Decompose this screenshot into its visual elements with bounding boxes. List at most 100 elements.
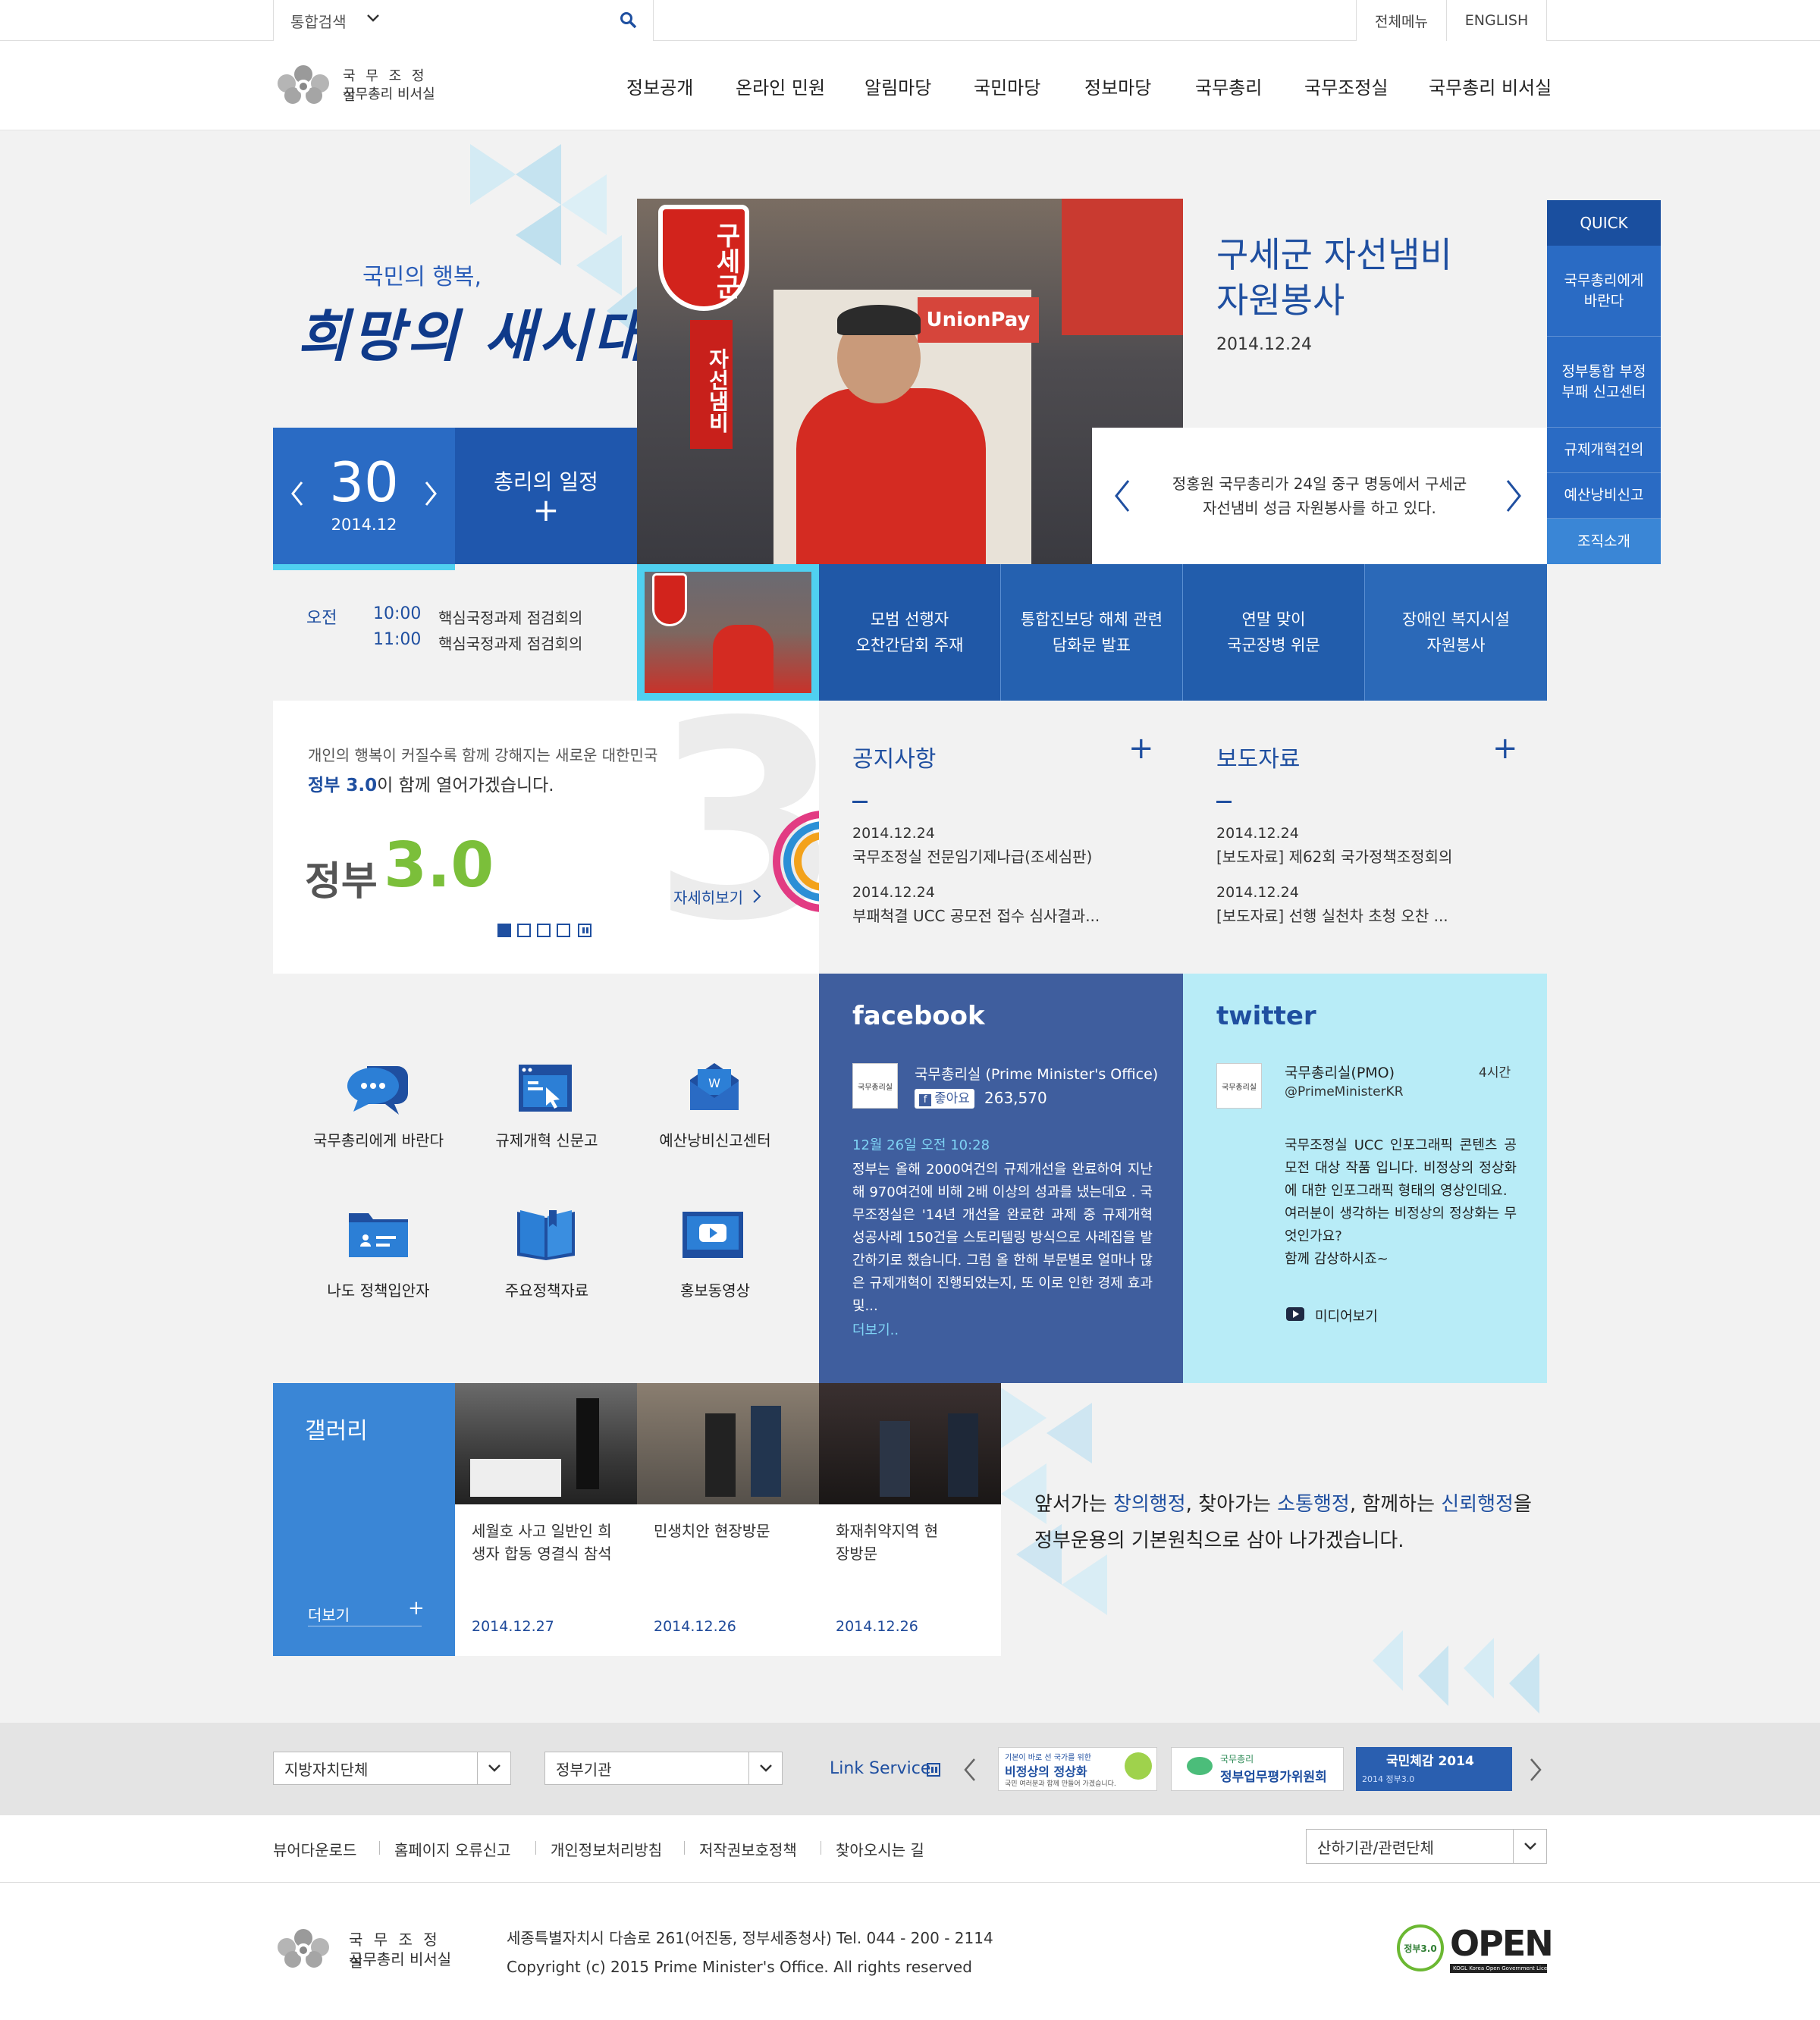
motto: 앞서가는 창의행정, 찾아가는 소통행정, 함께하는 신뢰행정을 정부운용의 기… <box>1034 1493 1532 1552</box>
youtube-icon[interactable] <box>1286 1307 1304 1321</box>
twitter-account[interactable]: 국무총리실(PMO) <box>1285 1062 1395 1082</box>
search-box[interactable]: 통합검색 <box>273 0 654 41</box>
nav-item[interactable]: 국무총리 <box>1195 73 1262 99</box>
facebook-likes: 263,570 <box>984 1089 1047 1107</box>
slide-dot[interactable] <box>557 924 570 937</box>
speech-bubble-icon[interactable] <box>344 1060 411 1118</box>
footer-link[interactable]: 찾아오시는 길 <box>836 1838 924 1860</box>
shortcut-label[interactable]: 규제개혁 신문고 <box>460 1128 634 1150</box>
pause-icon[interactable] <box>927 1763 940 1777</box>
nav-item[interactable]: 국무총리 비서실 <box>1429 73 1552 99</box>
quick-item[interactable]: 규제개혁건의 <box>1547 428 1661 473</box>
motto-keyword: 신뢰행정 <box>1441 1493 1514 1516</box>
next-arrow-icon[interactable] <box>1529 1758 1542 1782</box>
slide-dot-active[interactable] <box>497 924 511 937</box>
hero-date: 2014.12.24 <box>1216 335 1312 354</box>
prev-arrow-icon[interactable] <box>963 1758 977 1782</box>
kogl-badge[interactable]: 정부3.0 OPEN KOGL Korea Open Government Li… <box>1397 1923 1554 1976</box>
gallery-photo[interactable] <box>455 1383 637 1504</box>
gallery-photo[interactable] <box>819 1383 1001 1504</box>
envelope-icon[interactable]: W <box>687 1060 742 1113</box>
press-item[interactable]: 2014.12.24 [보도자료] 선행 실천차 초청 오찬 ... <box>1216 884 1448 926</box>
press-item[interactable]: 2014.12.24 [보도자료] 제62회 국가정책조정회의 <box>1216 825 1452 867</box>
hero-title[interactable]: 자원봉사 <box>1216 273 1345 323</box>
gov30-text1: 개인의 행복이 커질수록 함께 강해지는 새로운 대한민국 <box>308 746 658 764</box>
banner-item[interactable]: 국무총리 정부업무평가위원회 <box>1171 1747 1344 1791</box>
next-arrow-icon[interactable] <box>1505 479 1523 513</box>
slide-dot[interactable] <box>517 924 531 937</box>
footer-link[interactable]: 저작권보호정책 <box>699 1838 797 1860</box>
gallery-caption[interactable]: 세월호 사고 일반인 희생자 합동 영결식 참석 <box>472 1520 623 1565</box>
banner-item[interactable]: 기본이 바로 선 국가를 위한 비정상의 정상화 국민 여러분과 함께 만들어 … <box>998 1747 1157 1791</box>
nav-item[interactable]: 국민마당 <box>974 73 1040 99</box>
twitter-media-link[interactable]: 미디어보기 <box>1315 1306 1378 1325</box>
nav-item[interactable]: 온라인 민원 <box>736 73 825 99</box>
shortcut-label[interactable]: 나도 정책입안자 <box>291 1278 466 1300</box>
gallery-caption[interactable]: 화재취약지역 현장방문 <box>836 1520 942 1565</box>
schedule-button[interactable]: 총리의 일정 + <box>455 428 637 564</box>
slide-dot[interactable] <box>537 924 551 937</box>
thumb-item[interactable]: 통합진보당 해체 관련 담화문 발표 <box>1001 564 1183 701</box>
search-icon[interactable] <box>620 11 638 30</box>
gallery-more-link[interactable]: 더보기 <box>308 1603 350 1625</box>
banner-item[interactable]: 국민체감 2014 2014 정부3.0 <box>1356 1747 1512 1791</box>
quick-item[interactable]: 국무총리에게 바란다 <box>1547 246 1661 337</box>
shortcut-label[interactable]: 예산낭비신고센터 <box>628 1128 802 1150</box>
browser-cursor-icon[interactable] <box>517 1063 575 1116</box>
folder-icon[interactable] <box>347 1209 410 1259</box>
english-link[interactable]: ENGLISH <box>1447 0 1547 41</box>
affiliated-select[interactable]: 산하기관/관련단체 <box>1306 1829 1547 1864</box>
footer-link[interactable]: 홈페이지 오류신고 <box>394 1838 511 1860</box>
press-more-plus[interactable]: + <box>1492 731 1518 766</box>
hero-title[interactable]: 구세군 자선냄비 <box>1216 227 1452 278</box>
next-arrow-icon[interactable] <box>423 481 438 507</box>
facebook-logo[interactable]: facebook <box>852 1001 985 1031</box>
local-gov-select[interactable]: 지방자치단체 <box>273 1752 511 1785</box>
thumb-item[interactable]: 장애인 복지시설 자원봉사 <box>1365 564 1547 701</box>
press-title[interactable]: 보도자료 <box>1216 740 1300 773</box>
gallery-more-plus[interactable]: + <box>408 1597 425 1620</box>
gallery-header: 갤러리 더보기 + <box>273 1383 455 1656</box>
footer-link[interactable]: 뷰어다운로드 <box>273 1838 356 1860</box>
notice-item[interactable]: 2014.12.24 국무조정실 전문임기제나급(조세심판) <box>852 825 1092 867</box>
quick-item[interactable]: 정부통합 부정 부패 신고센터 <box>1547 337 1661 428</box>
svg-text:W: W <box>708 1076 720 1090</box>
prev-arrow-icon[interactable] <box>1113 479 1131 513</box>
gov30-more-link[interactable]: 자세히보기 <box>673 886 743 908</box>
emblem-icon <box>278 1929 329 1968</box>
quick-item[interactable]: 예산낭비신고 <box>1547 473 1661 519</box>
quick-item[interactable]: 조직소개 <box>1547 519 1661 564</box>
nav-item[interactable]: 정보마당 <box>1084 73 1151 99</box>
facebook-more-link[interactable]: 더보기.. <box>852 1319 899 1339</box>
gallery-photo[interactable] <box>637 1383 819 1504</box>
schedule-text[interactable]: 핵심국정과제 점검회의 <box>438 606 582 628</box>
shortcut-label[interactable]: 주요정책자료 <box>460 1278 634 1300</box>
play-video-icon[interactable] <box>681 1210 745 1259</box>
notice-item[interactable]: 2014.12.24 부패척결 UCC 공모전 접수 심사결과... <box>852 884 1100 926</box>
nav-item[interactable]: 알림마당 <box>864 73 931 99</box>
chevron-down-icon[interactable] <box>366 13 380 24</box>
all-menu-link[interactable]: 전체메뉴 <box>1356 0 1447 41</box>
nav-item[interactable]: 정보공개 <box>626 73 693 99</box>
pause-icon[interactable] <box>578 924 592 937</box>
gallery-caption[interactable]: 민생치안 현장방문 <box>654 1520 805 1542</box>
gov-agency-select[interactable]: 정부기관 <box>544 1752 783 1785</box>
shortcut-label[interactable]: 국무총리에게 바란다 <box>291 1128 466 1150</box>
schedule-text[interactable]: 핵심국정과제 점검회의 <box>438 632 582 654</box>
quick-title: QUICK <box>1547 200 1661 246</box>
notice-more-plus[interactable]: + <box>1128 731 1154 766</box>
footer-link[interactable]: 개인정보처리방침 <box>551 1838 662 1860</box>
notice-title[interactable]: 공지사항 <box>852 740 936 773</box>
twitter-logo[interactable]: twitter <box>1216 1001 1316 1031</box>
thumb-item[interactable]: 연말 맞이 국군장병 위문 <box>1183 564 1365 701</box>
book-icon[interactable] <box>516 1207 576 1262</box>
logo[interactable]: 국 무 조 정 실 국무총리 비서실 <box>273 61 440 109</box>
search-scope[interactable]: 통합검색 <box>290 10 347 32</box>
motto-keyword: 창의행정 <box>1112 1493 1186 1516</box>
thumb-item[interactable]: 모범 선행자 오찬간담회 주재 <box>819 564 1001 701</box>
thumb-active[interactable] <box>637 564 819 701</box>
gov30-badge: 정부3.0 <box>1397 1924 1444 1971</box>
shortcut-label[interactable]: 홍보동영상 <box>628 1278 802 1300</box>
facebook-account[interactable]: 국무총리실 (Prime Minister's Office) <box>915 1063 1158 1084</box>
nav-item[interactable]: 국무조정실 <box>1304 73 1388 99</box>
